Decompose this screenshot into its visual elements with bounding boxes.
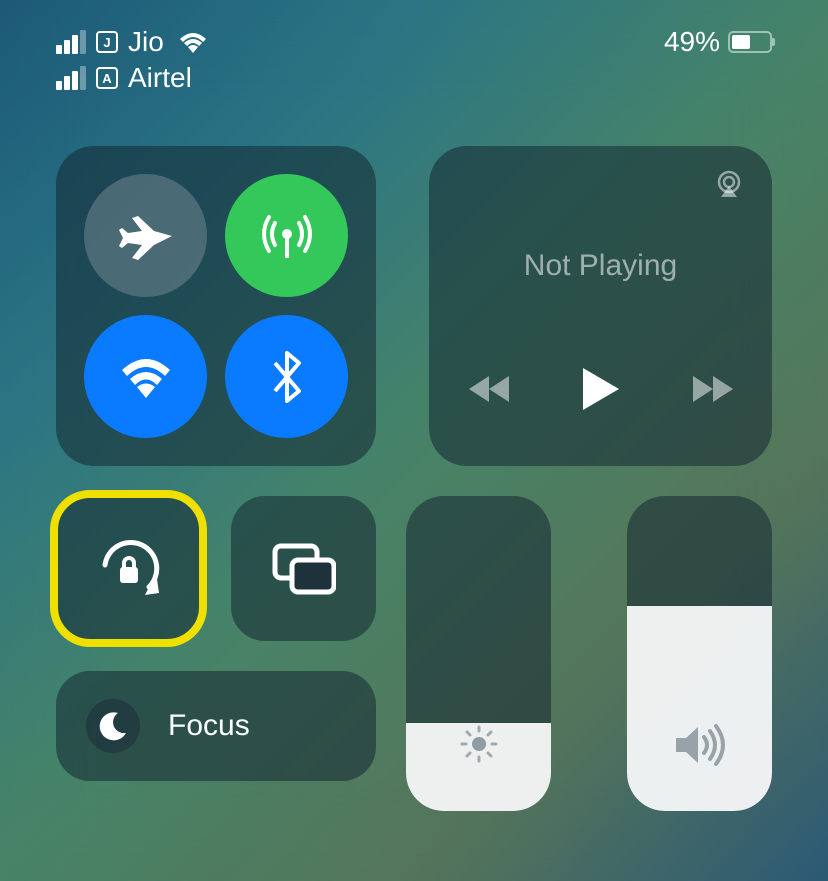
sim2-indicator: A: [96, 67, 118, 89]
status-bar: J Jio 49% A: [56, 24, 772, 96]
volume-slider[interactable]: [627, 496, 772, 811]
sim1-signal-icon: [56, 30, 86, 54]
media-title: Not Playing: [524, 249, 677, 283]
sim1-carrier-label: Jio: [128, 26, 164, 58]
screen-mirroring-button[interactable]: [231, 496, 376, 641]
airplane-mode-button[interactable]: [84, 174, 207, 297]
wifi-status-icon: [178, 31, 208, 53]
cellular-antenna-icon: [259, 208, 315, 264]
volume-icon: [674, 724, 726, 771]
airplay-button[interactable]: [714, 170, 744, 203]
battery-percentage: 49%: [664, 26, 720, 58]
connectivity-panel: [56, 146, 376, 466]
focus-button[interactable]: Focus: [56, 671, 376, 781]
brightness-icon: [457, 722, 501, 771]
sim1-indicator: J: [96, 31, 118, 53]
brightness-slider[interactable]: [406, 496, 551, 811]
wifi-button[interactable]: [84, 315, 207, 438]
bluetooth-icon: [271, 351, 303, 403]
moon-icon: [86, 699, 140, 753]
cellular-data-button[interactable]: [225, 174, 348, 297]
airplane-icon: [118, 208, 174, 264]
rewind-button[interactable]: [469, 376, 509, 402]
sim2-carrier-label: Airtel: [128, 62, 192, 94]
fast-forward-button[interactable]: [693, 376, 733, 402]
wifi-icon: [118, 356, 174, 398]
bluetooth-button[interactable]: [225, 315, 348, 438]
rotation-lock-icon: [95, 535, 163, 603]
sim2-signal-icon: [56, 66, 86, 90]
screen-mirroring-icon: [272, 543, 336, 595]
media-panel: Not Playing: [429, 146, 772, 466]
play-button[interactable]: [583, 368, 619, 410]
airplay-icon: [714, 170, 744, 198]
rotation-lock-button[interactable]: [56, 496, 201, 641]
focus-label: Focus: [168, 709, 250, 743]
battery-icon: [728, 31, 772, 53]
